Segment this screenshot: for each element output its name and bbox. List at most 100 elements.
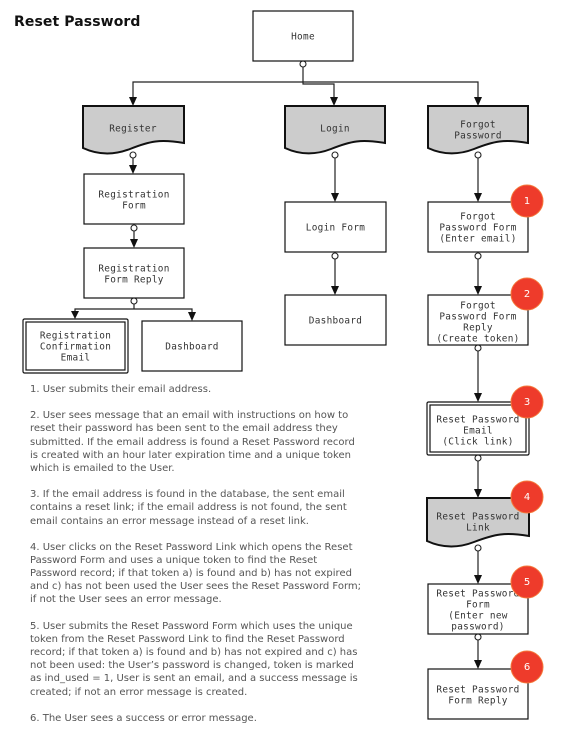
connector-port — [130, 224, 138, 232]
node-label: Home — [291, 32, 315, 43]
connector-port — [474, 151, 482, 159]
note-line: email contains an error message instead … — [30, 515, 309, 527]
connector-port — [474, 544, 482, 552]
arrow-head — [474, 393, 482, 402]
note-line: 2. User sees message that an email with … — [30, 410, 349, 422]
node-label: Forgot — [460, 120, 496, 131]
node-label: Reset Password — [436, 415, 519, 426]
node-label: Reset Password — [436, 685, 519, 696]
note-step-3: 3. If the email address is found in the … — [30, 488, 361, 527]
node-label: Login — [320, 124, 350, 135]
node-label: (Click link) — [442, 437, 513, 448]
node-registration-confirmation-email[interactable]: Registration Confirmation Email — [22, 318, 129, 374]
note-line: 3. If the email address is found in the … — [30, 489, 345, 501]
node-login-dashboard[interactable]: Dashboard — [284, 294, 387, 346]
connector-port — [130, 297, 138, 305]
arrow-head — [474, 660, 482, 669]
node-label: Dashboard — [165, 342, 219, 353]
note-line: 5. User submits the Reset Password Form … — [30, 620, 353, 632]
note-line: and c) has not been used the User sees t… — [30, 581, 361, 593]
arrow-head — [474, 286, 482, 295]
node-label: Form Reply — [448, 696, 507, 707]
node-register[interactable]: Register — [82, 105, 185, 155]
arrow-head — [331, 193, 339, 202]
note-line: is created with an hour later expiration… — [30, 449, 351, 461]
node-login[interactable]: Login — [284, 105, 386, 155]
step-notes: 1. User submits their email address. 2. … — [30, 383, 361, 738]
note-line: Password Form and uses a unique token to… — [30, 554, 318, 566]
node-label: Reset Password — [436, 512, 519, 523]
node-label: Reply — [463, 323, 493, 334]
note-step-2: 2. User sees message that an email with … — [30, 409, 361, 475]
node-reset-password-form[interactable]: Reset Password Form (Enter new password) — [427, 583, 529, 635]
node-label: password) — [451, 622, 505, 633]
arrow-head — [71, 311, 79, 319]
node-label: (Enter new — [448, 611, 507, 622]
node-home[interactable]: Home — [252, 10, 354, 62]
step-badge-6: 6 — [510, 650, 544, 684]
badge-number: 5 — [524, 577, 530, 588]
node-label: Registration — [98, 264, 169, 275]
step-badge-5: 5 — [510, 565, 544, 599]
node-label: Reset Password — [436, 589, 519, 600]
note-line: contains a reset link; if the email addr… — [30, 502, 347, 514]
node-label: (Enter email) — [439, 234, 516, 245]
connector-reply-branch — [74, 304, 193, 313]
connector-port — [474, 344, 482, 352]
note-line: created; if not an error message is crea… — [30, 686, 248, 698]
note-line: 6. The User sees a success or error mess… — [30, 712, 257, 724]
node-label: Registration — [98, 190, 169, 201]
arrow-head — [474, 193, 482, 202]
connector-port — [474, 252, 482, 260]
note-step-6: 6. The User sees a success or error mess… — [30, 712, 361, 725]
connector-port — [299, 60, 307, 68]
connector-port — [331, 252, 339, 260]
note-step-1: 1. User submits their email address. — [30, 383, 361, 396]
note-line: reset their password has been sent to th… — [30, 423, 338, 435]
arrow-head — [474, 97, 482, 106]
node-register-dashboard[interactable]: Dashboard — [141, 320, 243, 372]
step-badge-1: 1 — [510, 184, 544, 218]
node-label: Password — [454, 131, 502, 142]
step-badge-3: 3 — [510, 385, 544, 419]
arrow-head — [330, 97, 338, 106]
node-registration-form[interactable]: Registration Form — [83, 173, 185, 225]
node-login-form[interactable]: Login Form — [284, 201, 387, 253]
node-label: Password Form — [439, 223, 516, 234]
connector-port — [129, 151, 137, 159]
node-label: Link — [466, 523, 490, 534]
note-line: 4. User clicks on the Reset Password Lin… — [30, 541, 353, 553]
badge-number: 2 — [524, 289, 530, 300]
note-line: which is emailed to the User. — [30, 462, 175, 474]
note-step-5: 5. User submits the Reset Password Form … — [30, 620, 361, 699]
note-line: not been used: the User’s password is ch… — [30, 660, 354, 672]
note-line: token from the Reset Password Link to fi… — [30, 633, 345, 645]
node-label: Email — [463, 426, 493, 437]
node-label: Form — [466, 600, 490, 611]
arrow-head — [331, 286, 339, 295]
arrow-head — [130, 239, 138, 248]
note-step-4: 4. User clicks on the Reset Password Lin… — [30, 541, 361, 607]
node-forgot-password[interactable]: Forgot Password — [427, 105, 529, 155]
node-label: Password Form — [439, 312, 516, 323]
node-registration-form-reply[interactable]: Registration Form Reply — [83, 247, 185, 299]
node-label: Register — [109, 124, 157, 135]
node-label: Login Form — [306, 223, 365, 234]
node-label: Forgot — [460, 301, 496, 312]
note-line: Password record; if that token a) is fou… — [30, 568, 352, 580]
node-reset-password-form-reply[interactable]: Reset Password Form Reply — [427, 668, 529, 720]
note-line: 1. User submits their email address. — [30, 384, 212, 395]
node-label: Form Reply — [104, 275, 163, 286]
arrow-head — [129, 97, 137, 106]
node-label: Confirmation — [40, 342, 111, 353]
badge-number: 3 — [524, 397, 530, 408]
note-line: if not the User sees an error message. — [30, 594, 222, 606]
connector-port — [474, 454, 482, 462]
step-badge-4: 4 — [510, 480, 544, 514]
connector-port — [474, 633, 482, 641]
node-label: Forgot — [460, 212, 496, 223]
node-label: (Create token) — [436, 334, 519, 345]
note-line: submitted. If the email address is found… — [30, 436, 355, 448]
badge-number: 1 — [524, 196, 530, 207]
node-label: Email — [61, 353, 91, 364]
